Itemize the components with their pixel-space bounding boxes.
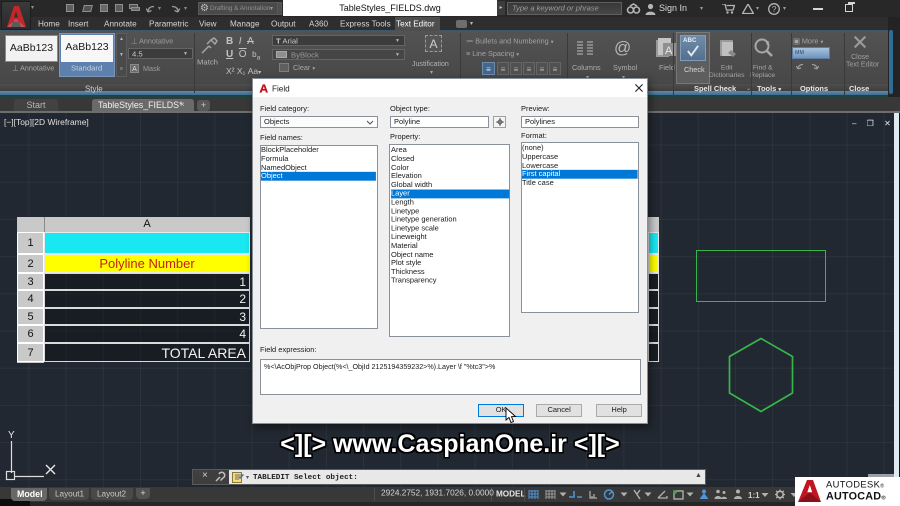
svg-text:?: ? [772,4,777,14]
svg-text:1:1: 1:1 [748,491,760,500]
svg-text:c: c [766,40,770,47]
